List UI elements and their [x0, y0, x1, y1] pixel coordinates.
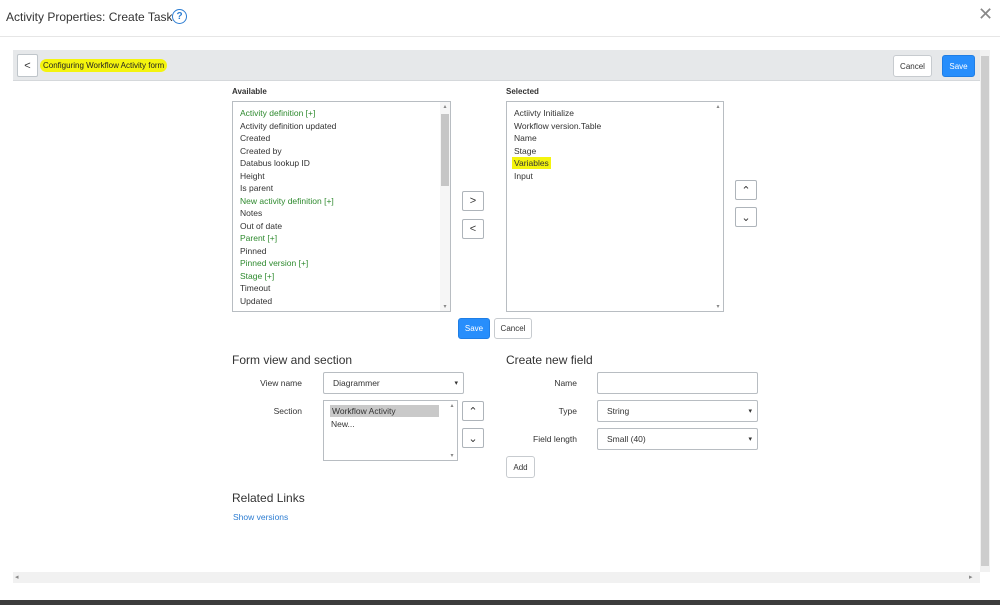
view-name-value: Diagrammer [333, 378, 380, 388]
show-versions-link[interactable]: Show versions [233, 512, 288, 522]
scroll-up-icon[interactable]: ▴ [441, 103, 449, 110]
list-item[interactable]: Name [514, 132, 537, 144]
toolbar-title: Configuring Workflow Activity form [40, 59, 168, 72]
list-item[interactable]: Actiivty Initialize [514, 107, 574, 119]
chevron-down-icon: ⌄ [741, 211, 751, 224]
cancel-layout-button[interactable]: Cancel [494, 318, 532, 339]
help-icon[interactable]: ? [172, 9, 187, 24]
list-item[interactable]: Stage [514, 145, 536, 157]
field-type-value: String [607, 406, 630, 416]
field-name-input[interactable] [597, 372, 758, 394]
view-name-select[interactable]: Diagrammer ▾ [323, 372, 464, 394]
modal-title: Activity Properties: Create Task [6, 10, 173, 24]
section-label: Section [273, 406, 302, 416]
add-field-button[interactable]: Add [506, 456, 535, 478]
selected-label: Selected [506, 87, 539, 96]
list-item[interactable]: Pinned [240, 245, 266, 257]
list-item[interactable]: Created [240, 132, 270, 144]
list-item[interactable]: Activity definition updated [240, 120, 336, 132]
form-view-heading: Form view and section [232, 353, 353, 367]
section-move-up-button[interactable]: ⌃ [462, 401, 484, 421]
chevron-right-icon: > [469, 195, 477, 207]
section-listbox[interactable]: Workflow Activity New... ▴ ▾ [323, 400, 458, 461]
list-item[interactable]: Pinned version [+] [240, 257, 308, 269]
list-item[interactable]: Notes [240, 207, 262, 219]
chevron-left-icon: < [469, 223, 477, 235]
page-scrollbar-thumb[interactable] [981, 56, 989, 566]
add-to-selected-button[interactable]: > [462, 191, 484, 211]
scroll-down-icon[interactable]: ▾ [441, 303, 449, 310]
list-item[interactable]: Height [240, 170, 265, 182]
cancel-button[interactable]: Cancel [893, 55, 932, 77]
list-item[interactable]: New... [331, 418, 355, 430]
back-button[interactable]: < [17, 54, 38, 77]
caret-down-icon: ▾ [748, 436, 752, 443]
scroll-right-icon[interactable]: ▸ [969, 573, 973, 581]
create-field-heading: Create new field [506, 353, 593, 367]
section-move-down-button[interactable]: ⌄ [462, 428, 484, 448]
list-item[interactable]: Parent [+] [240, 232, 277, 244]
close-icon[interactable]: ✕ [978, 4, 993, 24]
field-length-label: Field length [533, 434, 577, 444]
move-up-button[interactable]: ⌃ [735, 180, 757, 200]
list-item[interactable]: Created by [240, 145, 282, 157]
list-item[interactable]: Workflow Activity [330, 405, 439, 417]
scroll-down-icon[interactable]: ▾ [448, 452, 456, 459]
field-name-label: Name [554, 378, 577, 388]
list-item[interactable]: New activity definition [+] [240, 195, 334, 207]
available-label: Available [232, 87, 267, 96]
header-divider [0, 36, 1000, 37]
view-name-label: View name [260, 378, 302, 388]
chevron-down-icon: ⌄ [468, 432, 478, 445]
available-listbox[interactable]: Activity definition [+] Activity definit… [232, 101, 451, 312]
list-item[interactable]: Timeout [240, 282, 270, 294]
horizontal-scrollbar[interactable] [13, 572, 980, 583]
remove-from-selected-button[interactable]: < [462, 219, 484, 239]
caret-down-icon: ▾ [748, 408, 752, 415]
list-item[interactable]: Stage [+] [240, 270, 274, 282]
list-item[interactable]: Activity definition [+] [240, 107, 315, 119]
field-type-label: Type [558, 406, 577, 416]
save-button[interactable]: Save [942, 55, 975, 77]
scroll-left-icon[interactable]: ◂ [15, 573, 19, 581]
list-item[interactable]: Is parent [240, 182, 273, 194]
related-links-heading: Related Links [232, 491, 305, 505]
scroll-up-icon[interactable]: ▴ [448, 402, 456, 409]
chevron-up-icon: ⌃ [741, 184, 751, 197]
list-item[interactable]: Updated [240, 295, 272, 307]
list-item[interactable]: Input [514, 170, 533, 182]
save-layout-button[interactable]: Save [458, 318, 490, 339]
chevron-left-icon: < [24, 59, 31, 72]
move-down-button[interactable]: ⌄ [735, 207, 757, 227]
field-length-value: Small (40) [607, 434, 646, 444]
list-item[interactable]: Out of date [240, 220, 282, 232]
field-length-select[interactable]: Small (40) ▾ [597, 428, 758, 450]
chevron-up-icon: ⌃ [468, 405, 478, 418]
window-bottom-edge [0, 600, 1000, 605]
field-type-select[interactable]: String ▾ [597, 400, 758, 422]
list-item[interactable]: Variables [512, 157, 551, 169]
caret-down-icon: ▾ [454, 380, 458, 387]
list-item[interactable]: Databus lookup ID [240, 157, 310, 169]
selected-listbox[interactable]: Actiivty Initialize Workflow version.Tab… [506, 101, 724, 312]
scroll-down-icon[interactable]: ▾ [714, 303, 722, 310]
available-scrollbar-thumb[interactable] [441, 114, 449, 186]
scroll-up-icon[interactable]: ▴ [714, 103, 722, 110]
list-item[interactable]: Workflow version.Table [514, 120, 601, 132]
